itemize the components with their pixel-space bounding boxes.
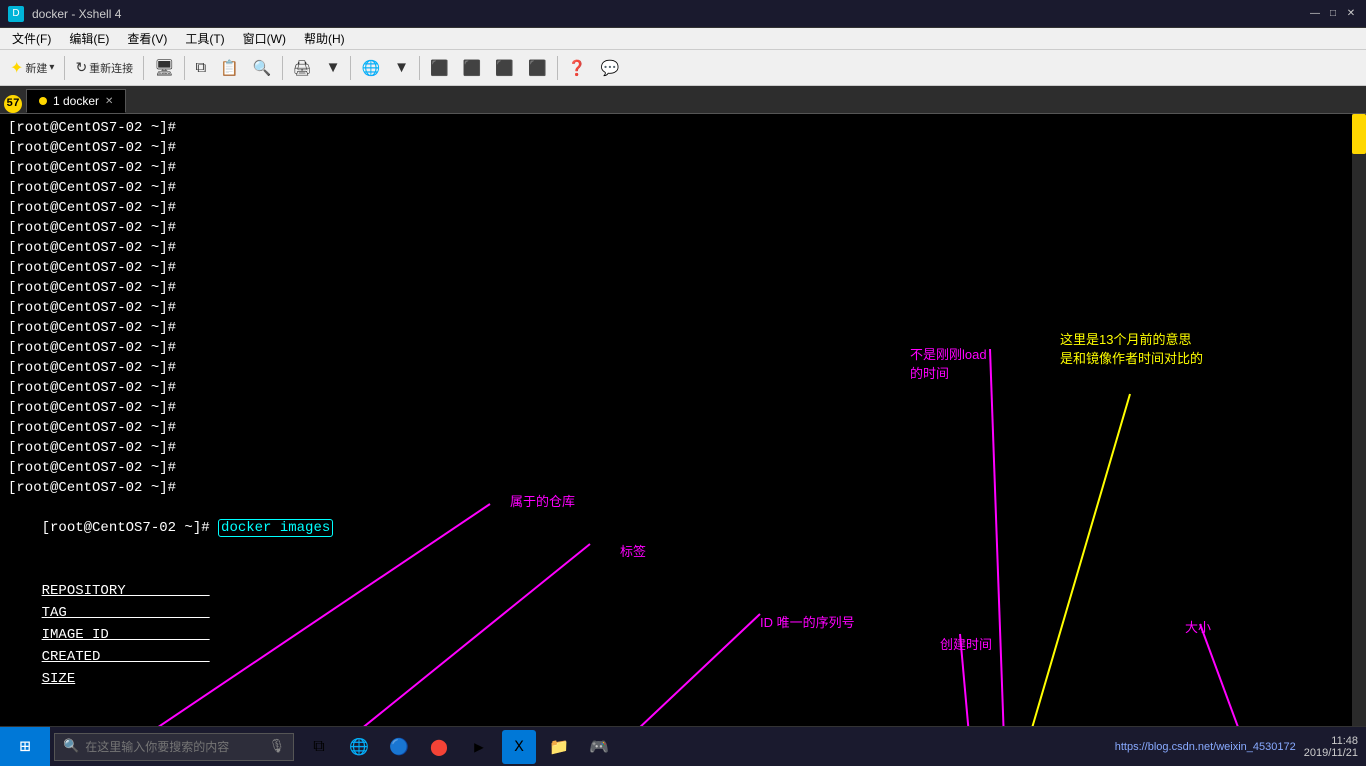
taskbar: ⊞ 🔍 🎙 ⧉ 🌐 🔵 ⬤ ▶ X 📁 🎮 https://blog.csdn.…: [0, 726, 1366, 766]
window-controls[interactable]: — □ ✕: [1308, 7, 1358, 21]
col-image-id: IMAGE ID: [42, 627, 210, 643]
maximize-button[interactable]: □: [1326, 7, 1340, 21]
toolbar-icon-web[interactable]: 🌐: [355, 54, 386, 82]
table-header: REPOSITORY TAG IMAGE ID CREATED SIZE: [8, 558, 1358, 712]
search-bar[interactable]: 🔍 🎙: [54, 733, 294, 761]
terminal-line-19: [root@CentOS7-02 ~]#: [8, 478, 1358, 498]
taskbar-icon-xshell[interactable]: X: [502, 730, 536, 764]
terminal-command-line: [root@CentOS7-02 ~]# docker images: [8, 498, 1358, 558]
toolbar-icon-9[interactable]: ⬛: [522, 54, 553, 82]
mic-icon: 🎙: [268, 739, 285, 754]
terminal-line-15: [root@CentOS7-02 ~]#: [8, 398, 1358, 418]
toolbar-icon-4[interactable]: ▼: [320, 54, 347, 82]
minimize-button[interactable]: —: [1308, 7, 1322, 21]
scrollbar-thumb[interactable]: [1352, 114, 1366, 154]
taskbar-right: https://blog.csdn.net/weixin_4530172 11:…: [1115, 735, 1366, 759]
taskbar-icon-app3[interactable]: ▶: [462, 730, 496, 764]
date-display: 2019/11/21: [1304, 747, 1358, 759]
toolbar-sep-3: [184, 56, 185, 80]
toolbar-chat-button[interactable]: 💬: [594, 54, 625, 82]
menu-file[interactable]: 文件(F): [4, 28, 59, 49]
toolbar-icon-3[interactable]: 🔍: [247, 54, 278, 82]
menu-help[interactable]: 帮助(H): [296, 28, 353, 49]
taskbar-icon-browser[interactable]: 🌐: [342, 730, 376, 764]
terminal[interactable]: [root@CentOS7-02 ~]# [root@CentOS7-02 ~]…: [0, 114, 1366, 726]
toolbar-icon-7[interactable]: ⬛: [457, 54, 488, 82]
toolbar-sep-2: [143, 56, 144, 80]
terminal-line-7: [root@CentOS7-02 ~]#: [8, 238, 1358, 258]
time-display: 11:48: [1304, 735, 1358, 747]
terminal-line-16: [root@CentOS7-02 ~]#: [8, 418, 1358, 438]
terminal-line-2: [root@CentOS7-02 ~]#: [8, 138, 1358, 158]
toolbar-sep-1: [64, 56, 65, 80]
search-icon: 🔍: [63, 739, 79, 754]
menu-view[interactable]: 查看(V): [119, 28, 175, 49]
tab-close-button[interactable]: ✕: [105, 96, 113, 107]
toolbar-help-button[interactable]: ❓: [562, 54, 593, 82]
col-tag: TAG: [42, 605, 210, 621]
menu-bar: 文件(F) 编辑(E) 查看(V) 工具(T) 窗口(W) 帮助(H): [0, 28, 1366, 50]
terminal-line-18: [root@CentOS7-02 ~]#: [8, 458, 1358, 478]
terminal-line-1: [root@CentOS7-02 ~]#: [8, 118, 1358, 138]
title-bar: D docker - Xshell 4 — □ ✕: [0, 0, 1366, 28]
toolbar-icon-5[interactable]: ▼: [388, 54, 415, 82]
toolbar-icon-1[interactable]: 🖥: [148, 54, 180, 82]
close-button[interactable]: ✕: [1344, 7, 1358, 21]
menu-window[interactable]: 窗口(W): [235, 28, 294, 49]
taskbar-icon-app2[interactable]: ⬤: [422, 730, 456, 764]
menu-edit[interactable]: 编辑(E): [61, 28, 117, 49]
table-data-row: centos latest 75835a67d134 13 months ago…: [8, 712, 1358, 726]
tab-number: 57: [4, 95, 22, 113]
terminal-line-9: [root@CentOS7-02 ~]#: [8, 278, 1358, 298]
toolbar-sep-5: [350, 56, 351, 80]
taskbar-icon-files[interactable]: 📁: [542, 730, 576, 764]
taskbar-url: https://blog.csdn.net/weixin_4530172: [1115, 741, 1296, 753]
terminal-line-10: [root@CentOS7-02 ~]#: [8, 298, 1358, 318]
toolbar-icon-paste[interactable]: 📋: [214, 54, 245, 82]
col-size: SIZE: [42, 671, 76, 687]
scrollbar[interactable]: [1352, 114, 1366, 726]
col-repository: REPOSITORY: [42, 583, 210, 599]
new-button[interactable]: ✦ 新建 ▾: [4, 54, 60, 82]
toolbar-sep-4: [282, 56, 283, 80]
tab-docker[interactable]: 1 docker ✕: [26, 89, 126, 113]
start-button[interactable]: ⊞: [0, 727, 50, 766]
taskbar-icon-app1[interactable]: 🔵: [382, 730, 416, 764]
toolbar-icon-8[interactable]: ⬛: [489, 54, 520, 82]
app-icon: D: [8, 6, 24, 22]
terminal-line-12: [root@CentOS7-02 ~]#: [8, 338, 1358, 358]
terminal-line-13: [root@CentOS7-02 ~]#: [8, 358, 1358, 378]
taskbar-icons: ⧉ 🌐 🔵 ⬤ ▶ X 📁 🎮: [302, 730, 616, 764]
menu-tools[interactable]: 工具(T): [177, 28, 232, 49]
title-bar-left: D docker - Xshell 4: [8, 6, 121, 22]
terminal-line-17: [root@CentOS7-02 ~]#: [8, 438, 1358, 458]
terminal-line-11: [root@CentOS7-02 ~]#: [8, 318, 1358, 338]
toolbar: ✦ 新建 ▾ ↻ 重新连接 🖥 ⧉ 📋 🔍 🖨 ▼ 🌐 ▼ ⬛ ⬛ ⬛ ⬛ ❓ …: [0, 50, 1366, 86]
terminal-line-4: [root@CentOS7-02 ~]#: [8, 178, 1358, 198]
tab-label: 1 docker: [53, 94, 99, 108]
taskbar-icon-app4[interactable]: 🎮: [582, 730, 616, 764]
reconnect-button[interactable]: ↻ 重新连接: [69, 54, 139, 82]
docker-command: docker images: [218, 519, 333, 537]
toolbar-icon-6[interactable]: ⬛: [424, 54, 455, 82]
terminal-line-14: [root@CentOS7-02 ~]#: [8, 378, 1358, 398]
terminal-line-3: [root@CentOS7-02 ~]#: [8, 158, 1358, 178]
window-title: docker - Xshell 4: [32, 7, 121, 21]
clock: 11:48 2019/11/21: [1304, 735, 1358, 759]
taskbar-icon-task-view[interactable]: ⧉: [302, 730, 336, 764]
tab-bar: 57 1 docker ✕: [0, 86, 1366, 114]
terminal-line-6: [root@CentOS7-02 ~]#: [8, 218, 1358, 238]
toolbar-icon-copy[interactable]: ⧉: [189, 54, 212, 82]
toolbar-icon-print[interactable]: 🖨: [287, 54, 318, 82]
terminal-line-5: [root@CentOS7-02 ~]#: [8, 198, 1358, 218]
toolbar-sep-6: [419, 56, 420, 80]
toolbar-sep-7: [557, 56, 558, 80]
tab-indicator: [39, 97, 47, 105]
col-created: CREATED: [42, 649, 210, 665]
search-input[interactable]: [85, 740, 262, 754]
terminal-line-8: [root@CentOS7-02 ~]#: [8, 258, 1358, 278]
